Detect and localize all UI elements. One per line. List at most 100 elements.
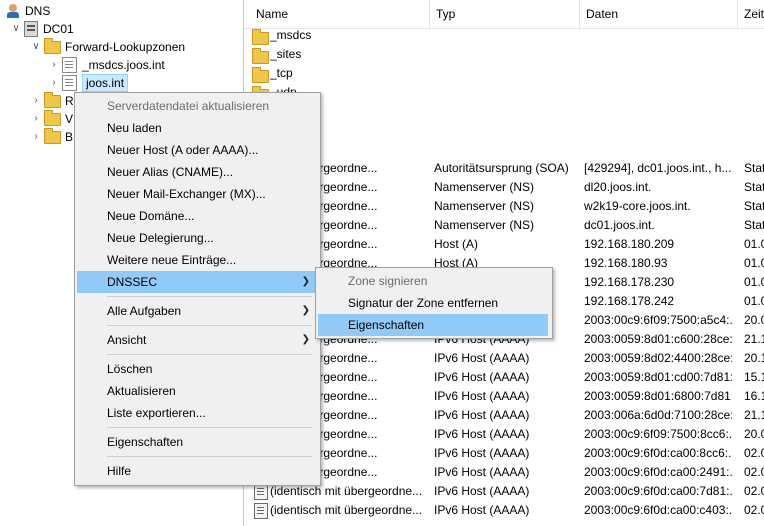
table-row[interactable]: nsZones bbox=[244, 121, 764, 140]
cell-data: 2003:00c9:6f09:7500:a5c4:... bbox=[584, 313, 732, 327]
tree-node-forward-lookup[interactable]: ∨ Forward-Lookupzonen bbox=[30, 37, 185, 56]
menu-item-label: Aktualisieren bbox=[107, 384, 176, 398]
table-row[interactable]: _sites bbox=[244, 45, 764, 64]
cell-time: 16.1 bbox=[744, 389, 764, 403]
server-icon bbox=[24, 20, 38, 37]
menu-item-label: Neue Domäne... bbox=[107, 209, 195, 223]
cell-time: 02.0 bbox=[744, 465, 764, 479]
context-menu-item[interactable]: Liste exportieren... bbox=[77, 402, 316, 424]
chevron-right-icon[interactable]: › bbox=[48, 77, 60, 89]
record-list[interactable]: Name Typ Daten Zeit _msdcs _sites _tcp _udp… bbox=[244, 0, 764, 526]
cell-time bbox=[744, 26, 764, 45]
menu-item-label: Ansicht bbox=[107, 333, 147, 347]
dnssec-menu-item[interactable]: Eigenschaften bbox=[318, 314, 548, 336]
cell-time: 20.1 bbox=[744, 351, 764, 365]
cell-data bbox=[584, 102, 732, 121]
cell-type: IPv6 Host (AAAA) bbox=[434, 351, 530, 365]
menu-item-label: Neue Delegierung... bbox=[107, 231, 214, 245]
folder-icon bbox=[44, 109, 61, 126]
tree-node-other-b[interactable]: › B bbox=[30, 127, 73, 146]
table-row[interactable]: n mit übergeordne... IPv6 Host (AAAA) 2003… bbox=[244, 387, 764, 406]
table-row[interactable] bbox=[244, 102, 764, 121]
chevron-right-icon[interactable]: › bbox=[30, 113, 42, 125]
cell-type: IPv6 Host (AAAA) bbox=[434, 370, 530, 384]
cell-time bbox=[744, 140, 764, 159]
menu-item-label: Eigenschaften bbox=[107, 435, 184, 449]
tree-label-forward: Forward-Lookupzonen bbox=[65, 39, 186, 54]
context-menu-item[interactable]: Aktualisieren bbox=[77, 380, 316, 402]
cell-time bbox=[744, 121, 764, 140]
tree-node-dns[interactable]: DNS bbox=[6, 1, 50, 20]
chevron-down-icon[interactable]: ∨ bbox=[10, 23, 22, 35]
tree-node-dc01[interactable]: ∨ DC01 bbox=[10, 19, 74, 38]
table-row[interactable]: n mit übergeordne... IPv6 Host (AAAA) 2003… bbox=[244, 425, 764, 444]
context-menu-item[interactable]: DNSSEC ❯ bbox=[77, 271, 316, 293]
tree-node-zone-msdcs[interactable]: › _msdcs.joos.int bbox=[48, 55, 165, 74]
table-row[interactable]: n mit übergeordne... IPv6 Host (AAAA) 2003… bbox=[244, 444, 764, 463]
chevron-right-icon[interactable]: › bbox=[30, 95, 42, 107]
table-row[interactable]: _tcp bbox=[244, 64, 764, 83]
cell-name: _tcp bbox=[270, 66, 293, 80]
context-menu-item[interactable]: Neuer Mail-Exchanger (MX)... bbox=[77, 183, 316, 205]
context-menu-item[interactable]: Eigenschaften bbox=[77, 431, 316, 453]
column-header-time[interactable]: Zeit bbox=[738, 0, 764, 28]
context-menu-item[interactable]: Weitere neue Einträge... bbox=[77, 249, 316, 271]
column-header-data[interactable]: Daten bbox=[580, 0, 738, 28]
record-icon bbox=[254, 484, 268, 500]
context-menu-item[interactable]: Neue Domäne... bbox=[77, 205, 316, 227]
tree-node-other-v[interactable]: › V bbox=[30, 109, 73, 128]
column-header-type[interactable]: Typ bbox=[430, 0, 580, 28]
context-menu-item[interactable]: Neue Delegierung... bbox=[77, 227, 316, 249]
table-row[interactable]: (identisch mit übergeordne... IPv6 Host (… bbox=[244, 501, 764, 520]
context-menu-item[interactable]: Löschen bbox=[77, 358, 316, 380]
cell-data: w2k19-core.joos.int. bbox=[584, 199, 691, 213]
table-row[interactable]: _udp bbox=[244, 83, 764, 102]
table-row[interactable]: n mit übergeordne... IPv6 Host (AAAA) 2003… bbox=[244, 463, 764, 482]
table-row[interactable]: n mit übergeordne... Namenserver (NS) dl20… bbox=[244, 178, 764, 197]
cell-time bbox=[744, 102, 764, 121]
cell-data: 2003:0059:8d02:4400:28ce:... bbox=[584, 351, 732, 365]
table-row[interactable]: n mit übergeordne... Namenserver (NS) dc01… bbox=[244, 216, 764, 235]
context-menu[interactable]: Serverdatendatei aktualisieren Neu laden N… bbox=[74, 92, 321, 486]
dnssec-submenu[interactable]: Zone signieren Signatur der Zone entferne… bbox=[315, 267, 553, 339]
submenu-arrow-icon: ❯ bbox=[301, 305, 310, 316]
context-menu-item[interactable]: Alle Aufgaben ❯ bbox=[77, 300, 316, 322]
cell-type: IPv6 Host (AAAA) bbox=[434, 389, 530, 403]
table-row[interactable]: sZones bbox=[244, 140, 764, 159]
context-menu-item[interactable]: Hilfe bbox=[77, 460, 316, 482]
table-row[interactable]: n mit übergeordne... IPv6 Host (AAAA) 2003… bbox=[244, 406, 764, 425]
chevron-right-icon[interactable]: › bbox=[30, 131, 42, 143]
tree-label-zone-joos: joos.int bbox=[82, 73, 129, 92]
cell-data: 2003:0059:8d01:cd00:7d81:... bbox=[584, 370, 732, 384]
cell-type: IPv6 Host (AAAA) bbox=[434, 408, 530, 422]
menu-separator bbox=[107, 325, 312, 326]
dnssec-menu-item[interactable]: Signatur der Zone entfernen bbox=[318, 292, 548, 314]
table-row[interactable]: n mit übergeordne... IPv6 Host (AAAA) 2003… bbox=[244, 368, 764, 387]
context-menu-item[interactable]: Ansicht ❯ bbox=[77, 329, 316, 351]
chevron-right-icon[interactable]: › bbox=[48, 59, 60, 71]
table-row[interactable]: n mit übergeordne... Host (A) 192.168.180.… bbox=[244, 235, 764, 254]
chevron-down-icon[interactable]: ∨ bbox=[30, 41, 42, 53]
table-row[interactable]: (identisch mit übergeordne... IPv6 Host (… bbox=[244, 482, 764, 501]
zone-icon bbox=[62, 56, 77, 73]
context-menu-item[interactable]: Neuer Host (A oder AAAA)... bbox=[77, 139, 316, 161]
table-row[interactable]: n mit übergeordne... Autoritätsursprung (… bbox=[244, 159, 764, 178]
cell-time: Stat bbox=[744, 161, 764, 175]
cell-time bbox=[744, 45, 764, 64]
context-menu-item[interactable]: Neuer Alias (CNAME)... bbox=[77, 161, 316, 183]
table-row[interactable]: n mit übergeordne... Namenserver (NS) w2k1… bbox=[244, 197, 764, 216]
tree-node-other-r[interactable]: › R bbox=[30, 91, 74, 110]
cell-data bbox=[584, 45, 732, 64]
context-menu-item[interactable]: Neu laden bbox=[77, 117, 316, 139]
cell-time: 02.0 bbox=[744, 446, 764, 460]
cell-type: Namenserver (NS) bbox=[434, 218, 535, 232]
submenu-arrow-icon: ❯ bbox=[301, 334, 310, 345]
column-header-name[interactable]: Name bbox=[250, 0, 430, 28]
cell-data bbox=[584, 121, 732, 140]
table-row[interactable]: n mit übergeordne... IPv6 Host (AAAA) 2003… bbox=[244, 349, 764, 368]
cell-type bbox=[434, 45, 582, 64]
table-row[interactable]: _msdcs bbox=[244, 26, 764, 45]
tree-node-zone-joos[interactable]: › joos.int bbox=[48, 73, 129, 92]
cell-name: (identisch mit übergeordne... bbox=[270, 503, 423, 517]
tree-label-other-v: V bbox=[65, 111, 74, 126]
